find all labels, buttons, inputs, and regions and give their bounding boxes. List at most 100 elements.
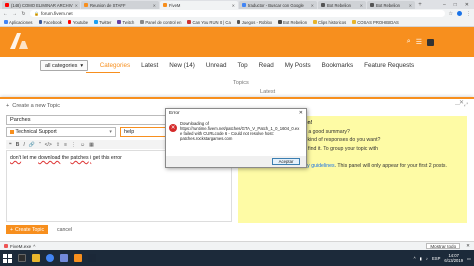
column-topics[interactable]: Topics (233, 80, 249, 86)
blockquote-icon[interactable]: “ (39, 142, 41, 148)
star-icon[interactable]: ☆ (449, 11, 453, 17)
nav-feature-requests[interactable]: Feature Requests (359, 62, 420, 69)
youtube-icon (67, 20, 72, 24)
bookmark-item[interactable]: Panel de control en (140, 20, 181, 25)
chrome-icon[interactable] (46, 254, 54, 262)
nav-bookmarks[interactable]: Bookmarks (316, 62, 359, 69)
language-indicator[interactable]: ESP (432, 256, 440, 261)
bookmark-item[interactable]: Aplicaciones (4, 20, 33, 25)
close-tab-icon[interactable]: ✕ (360, 3, 363, 8)
nav-categories[interactable]: Categories (94, 62, 135, 69)
nav-top[interactable]: Top (232, 62, 253, 69)
menu-icon[interactable]: ⋮ (466, 11, 471, 17)
tab-label: traductor - Buscar con Google (248, 2, 304, 8)
close-tab-icon[interactable]: ✕ (153, 3, 156, 8)
profile-avatar[interactable] (457, 10, 462, 16)
bookmark-item[interactable]: Youtube (67, 20, 88, 25)
file-explorer-icon[interactable] (32, 254, 40, 262)
user-avatar[interactable] (427, 38, 434, 46)
error-icon: ✕ (169, 124, 177, 132)
browser-tab[interactable]: Bot Rebelion ✕ (318, 1, 366, 9)
bookmark-item[interactable]: Twitch (117, 20, 134, 25)
bookmark-label: Clips historicos (318, 19, 347, 25)
fivem-logo-icon[interactable] (8, 32, 30, 50)
search-taskbar-icon[interactable] (18, 254, 26, 262)
browser-tab[interactable]: traductor - Buscar con Google ✕ (239, 1, 317, 9)
nav-read[interactable]: Read (253, 62, 279, 69)
close-tab-icon[interactable]: ✕ (75, 3, 78, 8)
windows-start-icon[interactable] (3, 253, 12, 263)
bookmark-item[interactable]: Can You RUN It | Ca (187, 20, 231, 25)
chevron-up-icon[interactable]: ^ (33, 244, 35, 249)
close-downloads-icon[interactable]: ✕ (466, 243, 470, 249)
clock[interactable]: 14:07 6/13/2019 (444, 253, 463, 263)
category-dropdown[interactable]: all categories ▾ (40, 60, 89, 71)
column-latest[interactable]: Latest (260, 89, 275, 95)
body-word: error (110, 155, 122, 161)
bullet-list-icon[interactable]: ≡ (64, 142, 67, 148)
bookmark-item[interactable]: Twitter (94, 20, 111, 25)
folder-icon (313, 20, 317, 24)
forward-icon[interactable]: → (12, 11, 17, 17)
italic-icon[interactable]: I (23, 142, 24, 148)
numbered-list-icon[interactable]: ⋮ (71, 142, 76, 148)
search-icon[interactable]: ⌕ (407, 38, 411, 46)
steam-icon[interactable] (88, 254, 96, 262)
create-topic-label: Create Topic (15, 226, 45, 233)
maximize-icon[interactable]: □ (454, 2, 457, 8)
browser-tab-active[interactable]: FiveM ✕ (160, 1, 238, 9)
date-icon[interactable]: ▦ (89, 142, 94, 148)
browser-tab[interactable]: Reunion de STAFF ✕ (81, 1, 159, 9)
bookmark-label: Panel de control en (145, 19, 182, 25)
link-icon[interactable]: 🔗 (29, 142, 35, 148)
download-item[interactable]: FiveM.exe ^ (4, 244, 35, 249)
browser-tabstrip: (148) COMO ELIMINAR ARCHIV ✕ Reunion de S… (0, 0, 474, 9)
clock-date: 6/13/2019 (444, 258, 464, 263)
close-dialog-icon[interactable]: ✕ (299, 110, 303, 116)
bookmark-label: Facebook (43, 19, 62, 25)
show-all-button[interactable]: Mostrar todo (426, 243, 461, 249)
chevron-up-icon[interactable]: ^ (414, 256, 416, 261)
close-tab-icon[interactable]: ✕ (409, 3, 412, 8)
discord-icon[interactable] (60, 254, 68, 262)
body-word: patches (70, 155, 89, 161)
fivem-taskbar-icon[interactable] (74, 254, 82, 262)
bold-icon[interactable]: B (16, 142, 20, 148)
quote-icon[interactable]: ❝ (9, 142, 12, 148)
close-tab-icon[interactable]: ✕ (311, 3, 314, 8)
notifications-icon[interactable]: ▭ (467, 256, 471, 261)
nav-unread[interactable]: Unread (200, 62, 232, 69)
minimize-icon[interactable]: – (443, 2, 446, 8)
close-hint-icon[interactable]: ✕ (459, 99, 464, 108)
emoji-icon[interactable]: ☺ (80, 142, 85, 148)
accept-button[interactable]: Aceptar (272, 158, 300, 165)
dialog-body: ✕ Downloading of https://runtime.fivem.n… (169, 118, 305, 141)
browser-tab[interactable]: Bot Rebelion ✕ (367, 1, 415, 9)
cancel-link[interactable]: cancel (57, 227, 72, 233)
browser-tab[interactable]: (148) COMO ELIMINAR ARCHIV ✕ (2, 1, 80, 9)
bookmark-item[interactable]: Facebook (38, 19, 62, 25)
code-icon[interactable]: </> (45, 142, 52, 148)
reload-icon[interactable]: ↻ (21, 11, 26, 17)
create-topic-button[interactable]: + Create Topic (6, 225, 49, 234)
network-icon[interactable]: ▮ (420, 256, 422, 261)
volume-icon[interactable]: ♪ (426, 256, 428, 261)
back-icon[interactable]: ← (3, 11, 8, 17)
bookmark-item[interactable]: COSAS PROHIBIDAS (352, 20, 399, 25)
bookmark-item[interactable]: Bot Rebelion (278, 20, 307, 25)
close-tab-icon[interactable]: ✕ (232, 3, 235, 8)
nav-latest[interactable]: Latest (136, 62, 164, 69)
nav-my-posts[interactable]: My Posts (279, 62, 316, 69)
upload-icon[interactable]: ⇪ (56, 142, 60, 148)
new-tab-button[interactable]: + (416, 1, 424, 9)
fullscreen-composer-icon[interactable]: ⤢ (464, 102, 468, 108)
dialog-footer: Aceptar (166, 156, 306, 167)
category-select[interactable]: Technical Support ▾ (6, 127, 116, 137)
bookmark-item[interactable]: Juegos - Roblox (236, 20, 272, 25)
nav-new[interactable]: New (14) (164, 62, 201, 69)
bookmark-item[interactable]: Clips historicos (313, 20, 346, 25)
plus-icon: + (6, 103, 10, 109)
close-window-icon[interactable]: ✕ (465, 2, 469, 8)
hamburger-menu-icon[interactable]: ☰ (416, 38, 422, 46)
url-input[interactable]: 🔒 forum.fivem.net (30, 10, 445, 17)
